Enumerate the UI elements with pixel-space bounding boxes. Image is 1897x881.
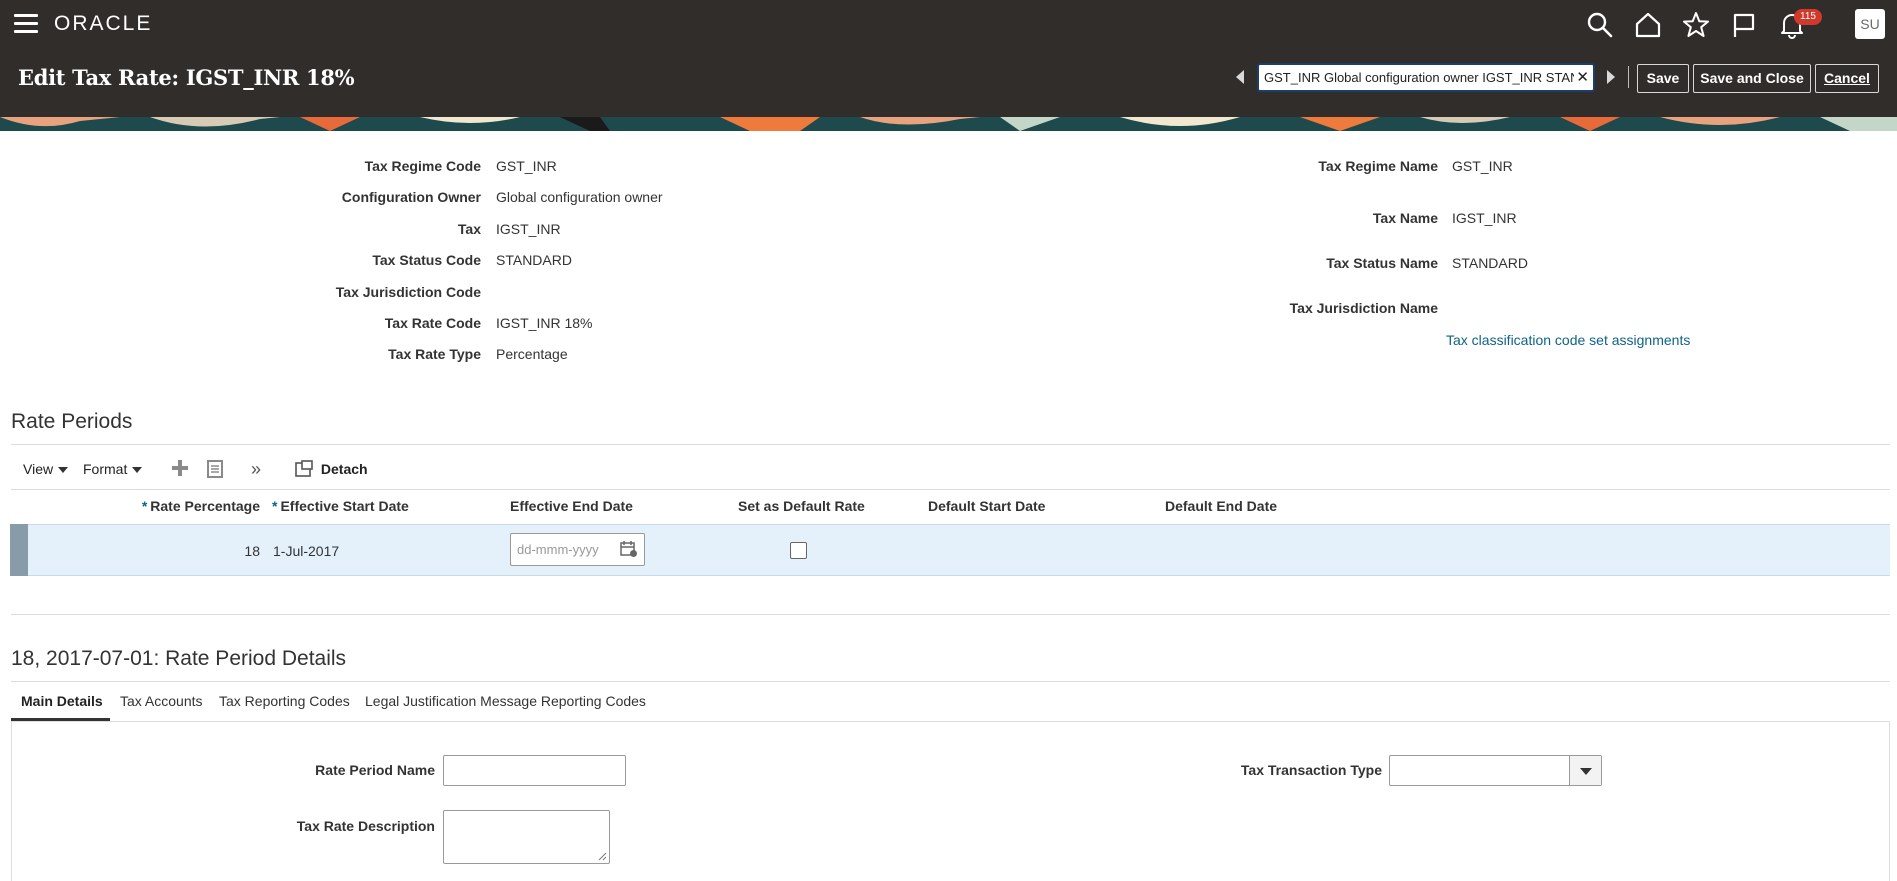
detach-icon — [295, 460, 313, 477]
column-header-default-end-date[interactable]: Default End Date — [1165, 498, 1277, 514]
required-indicator: * — [141, 498, 148, 514]
menu-icon[interactable] — [14, 14, 38, 34]
previous-record-icon[interactable] — [1236, 70, 1244, 84]
column-header-rate-percentage[interactable]: * Rate Percentage — [142, 498, 260, 514]
format-menu-label: Format — [83, 461, 128, 477]
effective-start-date-header-label: Effective Start Date — [280, 498, 409, 514]
tax-rate-type-value: Percentage — [496, 346, 568, 362]
tax-status-code-label: Tax Status Code — [372, 252, 481, 268]
format-menu[interactable]: Format — [83, 461, 143, 477]
rate-period-name-input[interactable] — [443, 755, 626, 786]
column-header-effective-start-date[interactable]: * Effective Start Date — [272, 498, 409, 514]
tax-rate-code-value: IGST_INR 18% — [496, 315, 593, 331]
add-row-icon[interactable] — [170, 458, 190, 478]
tax-rate-type-label: Tax Rate Type — [388, 346, 481, 362]
notification-badge: 115 — [1794, 9, 1822, 25]
global-header: ORACLE 115 SU Edit Tax Rate: IGST_INR 18… — [0, 0, 1897, 117]
rate-period-details-title: 18, 2017-07-01: Rate Period Details — [11, 647, 347, 670]
tax-status-code-value: STANDARD — [496, 252, 572, 268]
tax-name-label: Tax Name — [1372, 210, 1438, 226]
detach-label: Detach — [320, 461, 368, 477]
rate-periods-title: Rate Periods — [11, 410, 133, 433]
save-and-close-button[interactable]: Save and Close — [1693, 64, 1811, 93]
cancel-button[interactable]: Cancel — [1815, 64, 1879, 93]
tax-status-name-label: Tax Status Name — [1326, 255, 1438, 271]
tax-regime-name-value: GST_INR — [1452, 158, 1513, 174]
user-avatar[interactable]: SU — [1855, 9, 1885, 39]
section-divider — [11, 681, 1890, 682]
column-header-set-as-default-rate[interactable]: Set as Default Rate — [738, 498, 865, 514]
star-icon[interactable] — [1680, 9, 1712, 41]
chevron-down-icon[interactable] — [1569, 756, 1601, 785]
column-header-default-start-date[interactable]: Default Start Date — [928, 498, 1045, 514]
tax-regime-code-value: GST_INR — [496, 158, 557, 174]
tax-rate-description-label: Tax Rate Description — [296, 818, 435, 834]
tax-transaction-type-select[interactable] — [1389, 755, 1602, 786]
overflow-icon[interactable]: » — [251, 459, 261, 480]
page-title: Edit Tax Rate: IGST_INR 18% — [18, 65, 355, 90]
oracle-logo[interactable]: ORACLE — [54, 12, 152, 36]
rate-percentage-cell: 18 — [244, 543, 260, 559]
section-divider — [11, 614, 1890, 615]
search-icon[interactable] — [1584, 9, 1616, 41]
tax-regime-name-label: Tax Regime Name — [1318, 158, 1438, 174]
tax-jurisdiction-code-label: Tax Jurisdiction Code — [335, 284, 481, 300]
chevron-down-icon — [132, 467, 143, 474]
tax-jurisdiction-name-label: Tax Jurisdiction Name — [1289, 300, 1438, 316]
column-header-effective-end-date[interactable]: Effective End Date — [510, 498, 633, 514]
effective-end-date-input[interactable]: dd-mmm-yyyy — [510, 533, 645, 566]
tab-main-details[interactable]: Main Details — [21, 693, 103, 709]
tax-status-name-value: STANDARD — [1452, 255, 1528, 271]
clear-icon[interactable]: ✕ — [1574, 65, 1591, 90]
rate-percentage-header-label: Rate Percentage — [150, 498, 260, 514]
configuration-owner-label: Configuration Owner — [341, 189, 481, 205]
calendar-icon[interactable] — [620, 540, 638, 558]
tax-classification-link[interactable]: Tax classification code set assignments — [1446, 332, 1690, 348]
decorative-banner — [0, 117, 1897, 131]
section-divider — [11, 444, 1890, 445]
home-icon[interactable] — [1632, 9, 1664, 41]
row-selector[interactable] — [10, 524, 28, 576]
toolbar-divider — [11, 489, 1890, 490]
chevron-down-icon — [58, 467, 69, 474]
resize-handle-icon[interactable] — [597, 851, 607, 861]
configuration-owner-value: Global configuration owner — [496, 189, 663, 205]
required-indicator: * — [272, 498, 278, 514]
tab-tax-accounts[interactable]: Tax Accounts — [120, 693, 203, 709]
next-record-icon[interactable] — [1607, 70, 1615, 84]
export-icon[interactable] — [205, 458, 225, 480]
detach-button[interactable]: Detach — [294, 459, 368, 479]
view-menu[interactable]: View — [23, 461, 69, 477]
record-navigator-input[interactable]: GST_INR Global configuration owner IGST_… — [1257, 63, 1595, 92]
main-details-panel — [11, 721, 1890, 881]
flag-icon[interactable] — [1728, 9, 1760, 41]
effective-end-date-placeholder: dd-mmm-yyyy — [517, 542, 599, 557]
tab-tax-reporting-codes[interactable]: Tax Reporting Codes — [219, 693, 350, 709]
tax-rate-description-textarea[interactable] — [443, 810, 610, 864]
view-menu-label: View — [23, 461, 54, 477]
toolbar-separator — [1628, 66, 1629, 88]
tax-rate-code-label: Tax Rate Code — [384, 315, 481, 331]
rate-period-name-label: Rate Period Name — [315, 762, 435, 778]
tax-name-value: IGST_INR — [1452, 210, 1517, 226]
tax-value: IGST_INR — [496, 221, 561, 237]
set-as-default-rate-checkbox[interactable] — [790, 542, 807, 559]
tax-transaction-type-label: Tax Transaction Type — [1240, 762, 1382, 778]
tax-label: Tax — [457, 221, 481, 237]
tab-legal-justification-message-reporting-codes[interactable]: Legal Justification Message Reporting Co… — [365, 693, 646, 709]
save-button[interactable]: Save — [1637, 64, 1689, 93]
record-navigator-value: GST_INR Global configuration owner IGST_… — [1264, 70, 1580, 85]
effective-start-date-cell: 1-Jul-2017 — [273, 543, 340, 559]
tax-regime-code-label: Tax Regime Code — [364, 158, 481, 174]
